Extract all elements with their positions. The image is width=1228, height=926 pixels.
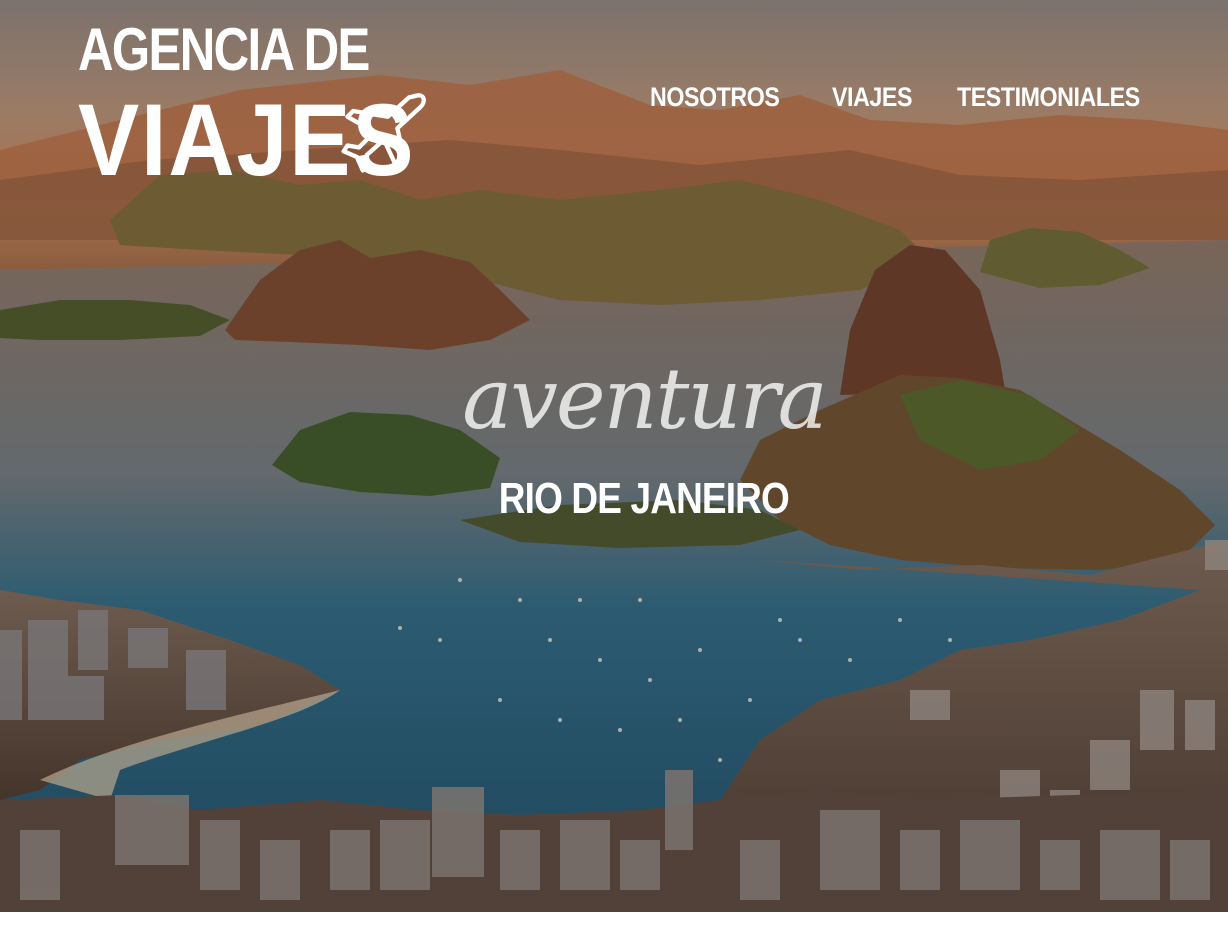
logo-text-top: AGENCIA DE — [78, 16, 370, 83]
airplane-icon — [341, 93, 426, 173]
nav-link-nosotros[interactable]: NOSOTROS — [650, 82, 780, 113]
hero-tagline: aventura — [462, 350, 827, 448]
brand-logo[interactable]: AGENCIA DE VIAJES — [78, 16, 438, 192]
hero-destination-title: RIO DE JANEIRO — [498, 474, 790, 523]
nav-link-testimoniales[interactable]: TESTIMONIALES — [957, 82, 1140, 113]
hero-section: AGENCIA DE VIAJES NOSOTROS VIAJES TESTIM… — [0, 0, 1228, 912]
nav-link-viajes[interactable]: VIAJES — [832, 82, 912, 113]
main-nav: NOSOTROS VIAJES TESTIMONIALES — [650, 82, 1170, 113]
